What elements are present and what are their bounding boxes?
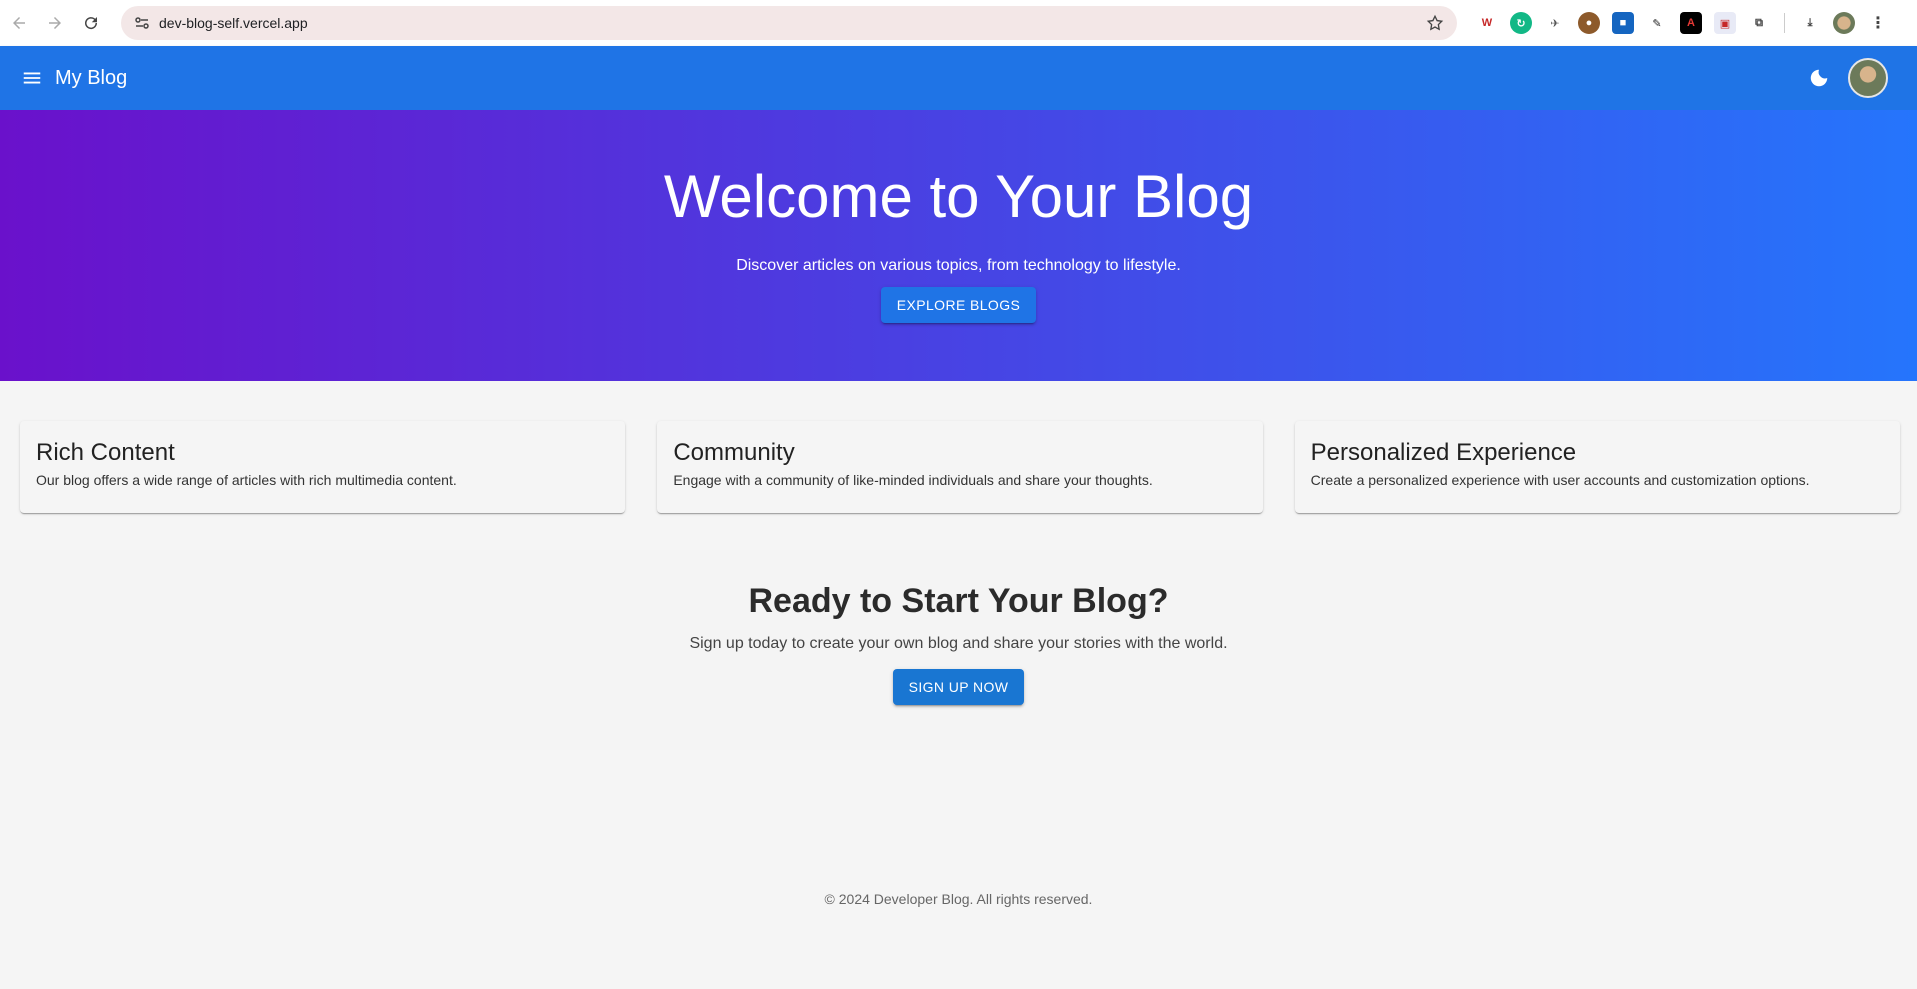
back-icon[interactable]: [2, 6, 36, 40]
feature-description: Engage with a community of like-minded i…: [673, 471, 1153, 488]
feature-card: Rich Content Our blog offers a wide rang…: [20, 421, 626, 513]
reload-icon[interactable]: [74, 6, 108, 40]
hero-title: Welcome to Your Blog: [663, 163, 1254, 230]
avatar[interactable]: [1848, 58, 1888, 98]
sign-up-button[interactable]: SIGN UP NOW: [892, 669, 1025, 705]
cta-title: Ready to Start Your Blog?: [748, 582, 1169, 620]
extension-doc-icon[interactable]: ■: [1612, 12, 1634, 34]
extension-green-icon[interactable]: ↻: [1510, 12, 1532, 34]
url-text[interactable]: dev-blog-self.vercel.app: [159, 15, 308, 31]
extension-eyedropper-icon[interactable]: ✎: [1646, 12, 1668, 34]
app-title[interactable]: My Blog: [55, 67, 127, 90]
star-icon[interactable]: [1423, 11, 1447, 35]
browser-toolbar: dev-blog-self.vercel.app W ↻ ✈ ● ■ ✎ A ▣…: [0, 0, 1917, 46]
hero-subtitle: Discover articles on various topics, fro…: [736, 257, 1181, 274]
extension-cookie-icon[interactable]: ●: [1578, 12, 1600, 34]
toolbar-divider: [1784, 13, 1785, 33]
profile-avatar-icon[interactable]: [1833, 12, 1855, 34]
feature-description: Our blog offers a wide range of articles…: [36, 471, 457, 488]
feature-card: Personalized Experience Create a persona…: [1294, 421, 1900, 513]
feature-title: Personalized Experience: [1310, 439, 1577, 466]
feature-card: Community Engage with a community of lik…: [657, 421, 1263, 513]
site-info-icon[interactable]: [127, 8, 157, 38]
menu-icon[interactable]: [12, 58, 52, 98]
address-bar[interactable]: dev-blog-self.vercel.app: [121, 6, 1457, 40]
more-icon[interactable]: ⋮: [1867, 12, 1889, 34]
features-row: Rich Content Our blog offers a wide rang…: [20, 421, 1900, 513]
extension-w-icon[interactable]: W: [1476, 12, 1498, 34]
feature-description: Create a personalized experience with us…: [1310, 471, 1810, 488]
cta-subtitle: Sign up today to create your own blog an…: [689, 635, 1228, 652]
footer-text: © 2024 Developer Blog. All rights reserv…: [824, 891, 1093, 907]
cta-section: Ready to Start Your Blog? Sign up today …: [0, 550, 1917, 750]
hero-section: Welcome to Your Blog Discover articles o…: [0, 110, 1917, 381]
explore-blogs-button[interactable]: EXPLORE BLOGS: [880, 287, 1037, 323]
feature-title: Rich Content: [36, 439, 175, 466]
dark-mode-icon[interactable]: [1801, 60, 1837, 96]
extension-red-icon[interactable]: A: [1680, 12, 1702, 34]
feature-title: Community: [673, 439, 795, 466]
extension-image-icon[interactable]: ▣: [1714, 12, 1736, 34]
extension-bird-icon[interactable]: ✈: [1544, 12, 1566, 34]
download-icon[interactable]: ⤓: [1799, 12, 1821, 34]
extensions-strip: W ↻ ✈ ● ■ ✎ A ▣ ⧉ ⤓ ⋮: [1470, 8, 1895, 38]
app-header: My Blog: [0, 46, 1917, 110]
forward-icon[interactable]: [38, 6, 72, 40]
extensions-icon[interactable]: ⧉: [1748, 12, 1770, 34]
